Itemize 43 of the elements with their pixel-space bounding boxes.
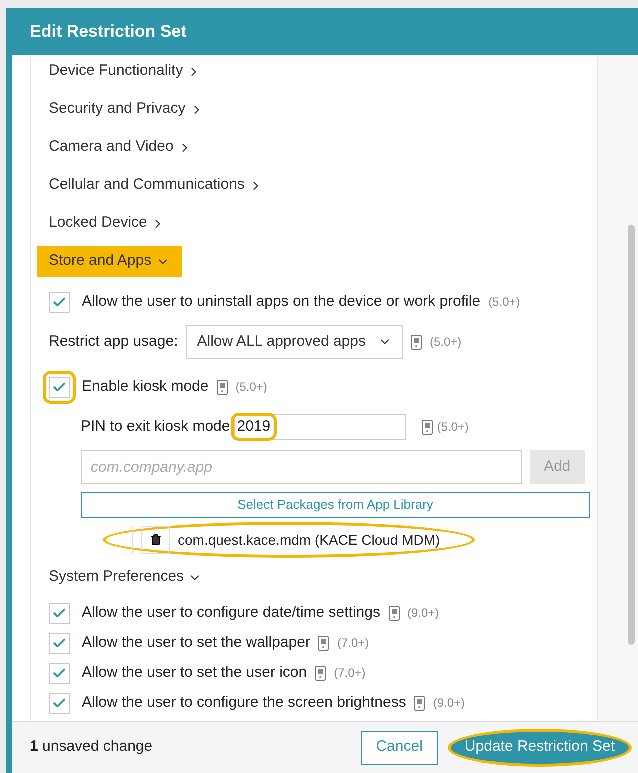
- checkbox[interactable]: [49, 602, 70, 624]
- field-label: Restrict app usage:: [49, 332, 178, 352]
- section-toggle[interactable]: System Preferences: [37, 562, 214, 593]
- cancel-button[interactable]: Cancel: [361, 730, 438, 764]
- trash-icon: [150, 534, 162, 546]
- unsaved-status: 1 unsaved change: [30, 737, 154, 758]
- checkbox[interactable]: [49, 292, 70, 312]
- option-label: Allow the user to set the user icon: [82, 662, 308, 683]
- section-toggle[interactable]: Cellular and Communications: [37, 170, 275, 201]
- version-label: (5.0+): [430, 334, 462, 351]
- option-label: Allow the user to set the wallpaper: [82, 632, 310, 653]
- section-toggle[interactable]: Camera and Video: [37, 132, 204, 163]
- version-label: (5.0+): [236, 379, 268, 396]
- library-button[interactable]: Select Packages from App Library: [81, 492, 590, 518]
- scrollbar-thumb[interactable]: [628, 225, 635, 645]
- option-label: Enable kiosk mode: [82, 376, 209, 397]
- phone-icon: [410, 334, 422, 350]
- checkbox[interactable]: [49, 662, 70, 684]
- version-label: (9.0+): [408, 605, 440, 622]
- dialog-title: Edit Restriction Set: [29, 20, 188, 43]
- version-label: (7.0+): [337, 635, 370, 652]
- field-label: PIN to exit kiosk mode: [81, 416, 230, 437]
- checkbox[interactable]: [49, 376, 70, 398]
- delete-button[interactable]: [141, 526, 170, 554]
- checkbox[interactable]: [49, 632, 70, 654]
- option-label: Allow the user to configure the screen brightness: [82, 692, 406, 713]
- version-label: (5.0+): [437, 419, 469, 436]
- option-label: Allow the user to configure date/time settings: [82, 602, 380, 623]
- section-toggle[interactable]: Store and Apps: [37, 246, 182, 277]
- update-button[interactable]: Update Restriction Set: [448, 728, 632, 766]
- section-toggle[interactable]: Locked Device: [37, 208, 178, 239]
- section-toggle[interactable]: Device Functionality: [37, 56, 214, 87]
- package-input[interactable]: com.company.app: [81, 450, 522, 484]
- option-label: Allow the user to uninstall apps on the device or work profile: [82, 292, 481, 312]
- pin-field[interactable]: 2019: [231, 412, 277, 442]
- version-label: (9.0+): [433, 695, 466, 712]
- section-toggle[interactable]: Security and Privacy: [37, 94, 216, 125]
- version-label: (7.0+): [334, 665, 366, 682]
- checkbox[interactable]: [49, 692, 70, 714]
- dropdown[interactable]: Allow ALL approved apps: [186, 325, 403, 359]
- phone-icon: [422, 420, 434, 434]
- package-name: com.quest.kace.mdm (KACE Cloud MDM): [178, 530, 440, 550]
- version-label: (5.0+): [488, 294, 520, 311]
